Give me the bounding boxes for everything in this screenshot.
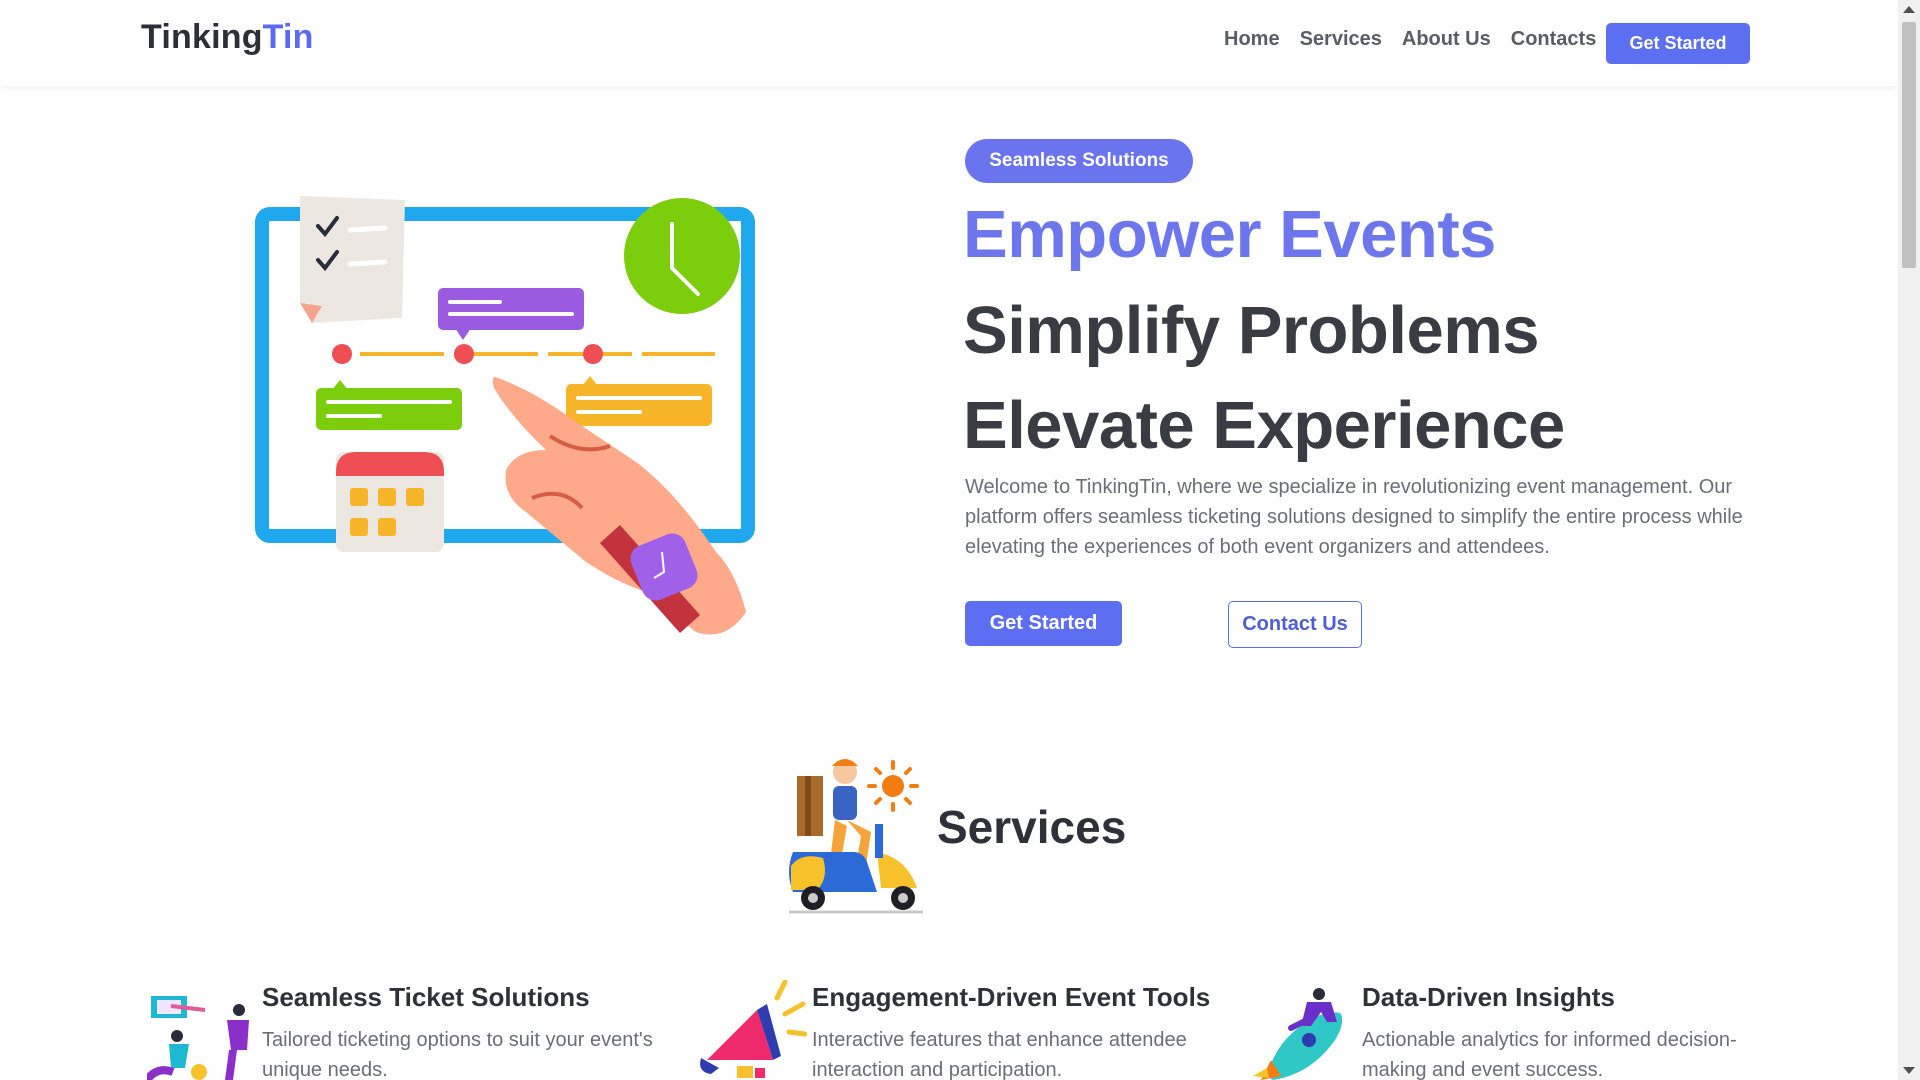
service-card-desc: Actionable analytics for informed decisi…: [1362, 1029, 1737, 1080]
service-card-title: Seamless Ticket Solutions: [262, 982, 590, 1012]
hero-get-started-button[interactable]: Get Started: [965, 601, 1122, 646]
service-card-desc: Tailored ticketing options to suit your …: [262, 1029, 653, 1080]
hero-intro-paragraph: Welcome to TinkingTin, where we speciali…: [965, 476, 1743, 558]
service-card-desc: Interactive features that enhance attend…: [812, 1029, 1187, 1080]
team-illustration: [147, 996, 249, 1080]
service-card-ticket-solutions[interactable]: Seamless Ticket Solutions Tailored ticke…: [147, 980, 687, 1080]
header-get-started-button[interactable]: Get Started: [1606, 23, 1750, 64]
service-card-engagement-tools[interactable]: Engagement-Driven Event Tools Interactiv…: [697, 980, 1237, 1080]
nav-contacts[interactable]: Contacts: [1511, 28, 1597, 51]
service-card-data-insights[interactable]: Data-Driven Insights Actionable analytic…: [1247, 980, 1787, 1080]
hero-headline-2: Simplify Problems: [963, 293, 1540, 368]
hero-contact-us-button[interactable]: Contact Us: [1228, 601, 1362, 648]
hero-badge: Seamless Solutions: [965, 139, 1193, 183]
hero-headline-1: Empower Events: [963, 197, 1496, 272]
main-nav: Home Services About Us Contacts: [1224, 28, 1596, 51]
service-card-title: Data-Driven Insights: [1362, 982, 1615, 1012]
calendar-dashboard-illustration: [255, 196, 755, 635]
megaphone-illustration: [700, 980, 807, 1078]
rocket-illustration: [1253, 988, 1343, 1080]
nav-about-us[interactable]: About Us: [1402, 28, 1491, 51]
nav-services[interactable]: Services: [1300, 28, 1382, 51]
scroll-up-arrow-icon[interactable]: [1903, 6, 1915, 13]
site-header: TinkingTin Home Services About Us Contac…: [0, 0, 1898, 86]
services-title: Services: [937, 801, 1127, 853]
page-scrollbar[interactable]: [1898, 0, 1920, 1080]
logo-text-main: Tinking: [141, 18, 263, 56]
hero-headline-3: Elevate Experience: [963, 388, 1565, 463]
service-card-title: Engagement-Driven Event Tools: [812, 982, 1211, 1012]
logo[interactable]: TinkingTin: [141, 18, 314, 57]
nav-home[interactable]: Home: [1224, 28, 1280, 51]
scroll-down-arrow-icon[interactable]: [1903, 1067, 1915, 1074]
logo-text-accent: Tin: [262, 18, 314, 56]
scroll-thumb[interactable]: [1902, 22, 1916, 268]
delivery-scooter-illustration: [789, 759, 923, 914]
